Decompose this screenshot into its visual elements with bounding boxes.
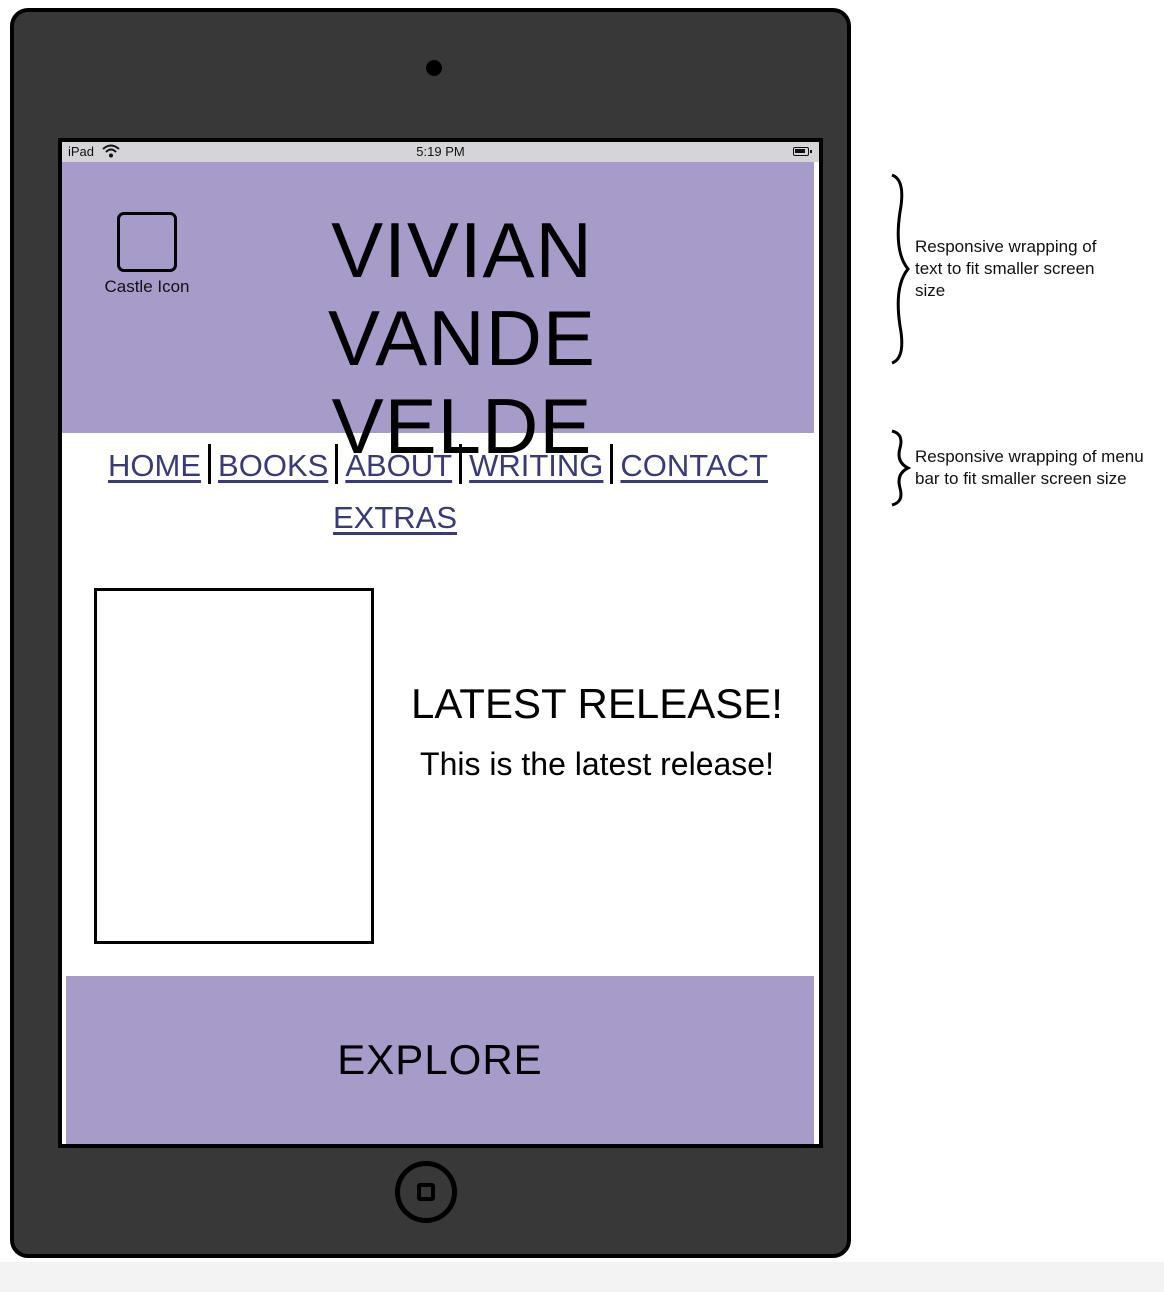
camera-icon (426, 60, 442, 76)
menu-brace-icon (891, 429, 912, 507)
castle-icon[interactable] (117, 212, 177, 272)
nav-separator (208, 444, 212, 484)
book-cover-image[interactable] (94, 588, 374, 944)
page-bottom-strip (0, 1262, 1164, 1292)
nav-link-extras[interactable]: EXTRAS (331, 500, 459, 536)
nav-link-writing[interactable]: WRITING (467, 448, 605, 484)
nav-link-home[interactable]: HOME (106, 448, 203, 484)
ipad-screen: iPad 5:19 PM Castle Icon VIVIAN VANDE VE… (58, 138, 823, 1148)
nav-row: EXTRAS (62, 500, 771, 536)
main-nav: HOME BOOKS ABOUT WRITING CONTACT EXTRAS (62, 440, 814, 550)
nav-separator (610, 444, 614, 484)
title-wrap-note: Responsive wrapping of text to fit small… (915, 237, 1097, 300)
home-button-icon (417, 1183, 435, 1201)
wireframe-page: iPad 5:19 PM Castle Icon VIVIAN VANDE VE… (0, 0, 1164, 1292)
status-time: 5:19 PM (416, 144, 465, 159)
explore-button[interactable]: EXPLORE (337, 1036, 542, 1084)
site-header: Castle Icon VIVIAN VANDE VELDE (62, 162, 814, 470)
nav-link-books[interactable]: BOOKS (216, 448, 330, 484)
site-title: VIVIAN VANDE VELDE (328, 206, 596, 470)
nav-row: HOME BOOKS ABOUT WRITING CONTACT (62, 444, 814, 484)
home-button[interactable] (395, 1161, 457, 1223)
title-brace-icon (891, 173, 910, 365)
battery-icon (793, 147, 812, 156)
explore-banner[interactable]: EXPLORE (66, 976, 814, 1144)
menu-wrap-note: Responsive wrapping of menu bar to fit s… (915, 447, 1144, 488)
ipad-frame: iPad 5:19 PM Castle Icon VIVIAN VANDE VE… (10, 8, 851, 1258)
nav-link-contact[interactable]: CONTACT (618, 448, 770, 484)
nav-link-about[interactable]: ABOUT (343, 448, 454, 484)
castle-icon-label: Castle Icon (104, 277, 190, 296)
latest-release-text: This is the latest release! (420, 746, 774, 782)
nav-separator (335, 444, 339, 484)
status-bar: iPad 5:19 PM (62, 142, 819, 162)
latest-release-heading: LATEST RELEASE! (411, 680, 783, 727)
nav-separator (459, 444, 463, 484)
